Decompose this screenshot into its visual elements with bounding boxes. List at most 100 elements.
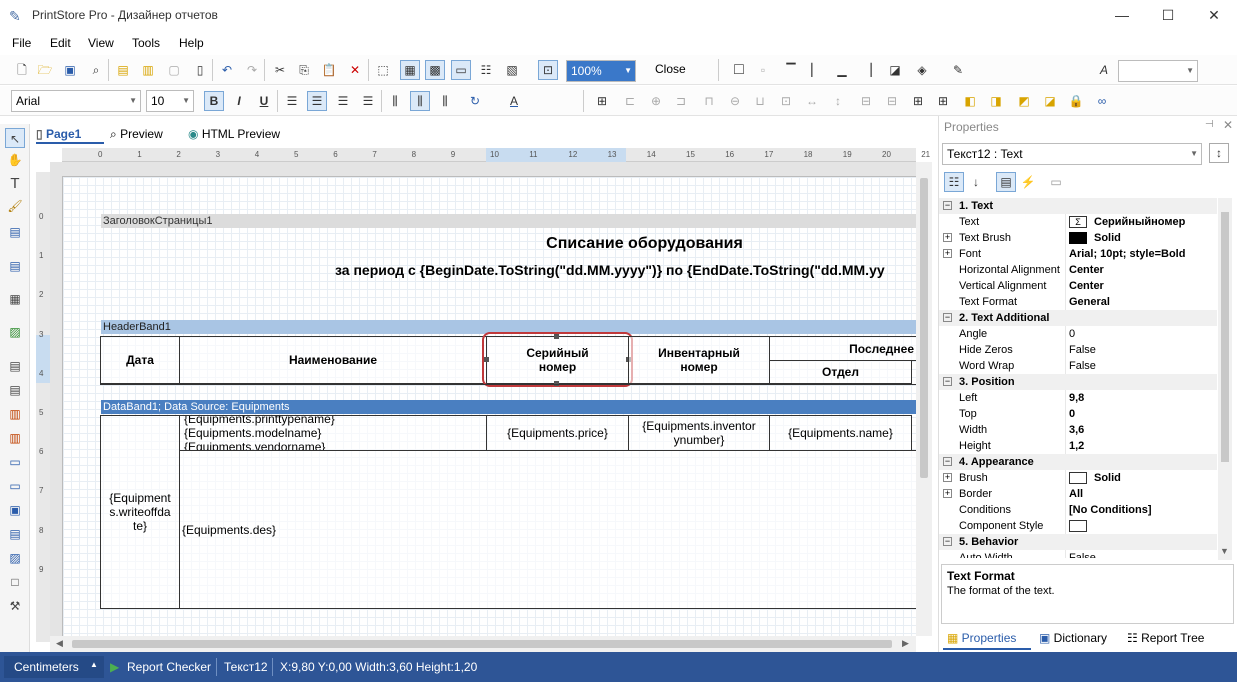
property-row[interactable]: Height 1,2 (939, 438, 1217, 454)
redo-icon[interactable]: ↷ (242, 60, 262, 80)
h-spacing-icon[interactable]: ⊟ (856, 91, 876, 111)
property-value[interactable]: 0 (1069, 326, 1075, 342)
expand-icon[interactable]: + (943, 233, 952, 242)
property-row[interactable]: + Font Arial; 10pt; style=Bold (939, 246, 1217, 262)
table-icon[interactable]: ▤ (5, 524, 25, 544)
property-row[interactable]: Left 9,8 (939, 390, 1217, 406)
shadow-icon[interactable]: ◪ (885, 60, 905, 80)
pointer-icon[interactable]: ↖ (5, 128, 25, 148)
data-model-cell[interactable]: {Equipments.printtypename} {Equipments.mo… (179, 415, 487, 451)
property-row[interactable]: Top 0 (939, 406, 1217, 422)
property-row[interactable]: Angle 0 (939, 326, 1217, 342)
maximize-button[interactable]: ☐ (1145, 0, 1191, 32)
font-color-icon[interactable]: A (504, 91, 524, 111)
vertical-scrollbar[interactable] (916, 162, 932, 636)
property-value[interactable]: False (1069, 358, 1096, 374)
property-value[interactable]: 3,6 (1069, 422, 1084, 438)
align-bottoms-icon[interactable]: ⊔ (750, 91, 770, 111)
align-rights-icon[interactable]: ⊐ (671, 91, 691, 111)
property-value[interactable]: Серийныйномер (1094, 214, 1185, 230)
font-size-combo[interactable]: 10 ▼ (146, 90, 194, 112)
report-subtitle[interactable]: за период с {BeginDate.ToString("dd.MM.y… (335, 262, 916, 282)
same-width-icon[interactable]: ↔ (802, 91, 822, 111)
shape-icon[interactable]: □ (5, 572, 25, 592)
menu-tools[interactable]: Tools (132, 36, 160, 50)
border-none-icon[interactable]: ▫ (753, 60, 773, 80)
collapse-icon[interactable]: − (943, 537, 952, 546)
expand-icon[interactable]: + (943, 489, 952, 498)
property-value[interactable]: [No Conditions] (1069, 502, 1151, 518)
property-value[interactable]: Arial; 10pt; style=Bold (1069, 246, 1185, 262)
brush-icon[interactable]: 🖌 (5, 196, 25, 216)
units-selector[interactable]: Centimeters (14, 660, 79, 674)
zoom-icon[interactable]: ⊡ (538, 60, 558, 80)
show-headers-icon[interactable]: ▭ (451, 60, 471, 80)
align-right-icon[interactable]: ☰ (333, 91, 353, 111)
header-dept-cell[interactable]: Отдел (769, 360, 912, 384)
open-icon[interactable]: 🗁 (35, 60, 55, 80)
align-left-icon[interactable]: ☰ (282, 91, 302, 111)
tab-report-tree[interactable]: ☷ Report Tree (1127, 628, 1204, 650)
align-middles-icon[interactable]: ⊖ (725, 91, 745, 111)
data-inventory-cell[interactable]: {Equipments.inventor ynumber} (628, 415, 770, 451)
tools-icon[interactable]: ⚒ (5, 596, 25, 616)
data-band[interactable]: DataBand1; Data Source: Equipments (101, 400, 916, 414)
expression-icon[interactable]: Σ (1069, 216, 1087, 228)
close-button[interactable]: Close (655, 62, 686, 76)
rich-text-icon[interactable]: ▤ (5, 380, 25, 400)
report-checker-button[interactable]: Report Checker (127, 660, 211, 674)
property-pages-icon[interactable]: ▭ (1046, 172, 1066, 192)
border-top-icon[interactable]: ▔ (781, 60, 801, 80)
picture-icon[interactable]: ▨ (5, 548, 25, 568)
text-icon[interactable]: ▤ (5, 356, 25, 376)
header-last-cell[interactable]: Последнее (769, 336, 916, 361)
barcode-icon[interactable]: ▥ (5, 428, 25, 448)
bring-front-icon[interactable]: ◧ (960, 91, 980, 111)
font-name-combo[interactable]: Arial ▼ (11, 90, 141, 112)
bold-icon[interactable]: B (204, 91, 224, 111)
page-setup-icon[interactable]: ▯ (190, 60, 210, 80)
collapse-icon[interactable]: − (943, 377, 952, 386)
pin-icon[interactable]: ⊣ (1205, 119, 1214, 130)
property-value[interactable]: Center (1069, 262, 1104, 278)
property-row[interactable]: Text Σ Серийныйномер (939, 214, 1217, 230)
border-bottom-icon[interactable]: ▁ (832, 60, 852, 80)
property-value[interactable]: 1,2 (1069, 438, 1084, 454)
center-h-icon[interactable]: ⊞ (908, 91, 928, 111)
minimize-button[interactable]: — (1099, 0, 1145, 32)
property-row[interactable]: Component Style (939, 518, 1217, 534)
lock-icon[interactable]: 🔒 (1066, 91, 1086, 111)
link-icon[interactable]: ∞ (1092, 91, 1112, 111)
property-value[interactable]: General (1069, 294, 1110, 310)
property-row[interactable]: + Border All (939, 486, 1217, 502)
new-icon[interactable]: 🗋 (12, 60, 32, 80)
menu-file[interactable]: File (12, 36, 31, 50)
property-value[interactable]: Solid (1094, 230, 1121, 246)
valign-top-icon[interactable]: ⫼ (385, 91, 405, 111)
header-inventory-cell[interactable]: Инвентарный номер (628, 336, 770, 384)
menu-help[interactable]: Help (179, 36, 204, 50)
text-style-icon[interactable]: A (1094, 60, 1114, 80)
fill-color-icon[interactable]: ◈ (912, 60, 932, 80)
menu-edit[interactable]: Edit (50, 36, 71, 50)
paste-icon[interactable]: 📋 (319, 60, 339, 80)
border-all-icon[interactable]: □ (729, 60, 749, 80)
new-form-icon[interactable]: ▥ (138, 60, 158, 80)
band-icon[interactable]: ▤ (5, 222, 25, 242)
categorized-icon[interactable]: ☷ (944, 172, 964, 192)
v-spacing-icon[interactable]: ⊟ (882, 91, 902, 111)
justify-icon[interactable]: ☰ (358, 91, 378, 111)
panel-icon[interactable]: ▭ (5, 452, 25, 472)
property-value[interactable]: 9,8 (1069, 390, 1084, 406)
events-icon[interactable]: ⚡ (1018, 172, 1038, 192)
collapse-icon[interactable]: − (943, 201, 952, 210)
border-right-icon[interactable]: ▕ (857, 60, 877, 80)
align-grid-icon[interactable]: ⊞ (592, 91, 612, 111)
zoom-combo[interactable]: 100% ▼ (566, 60, 636, 82)
subreport-icon[interactable]: ▣ (5, 500, 25, 520)
align-tops-icon[interactable]: ⊓ (699, 91, 719, 111)
report-title[interactable]: Списание оборудования (101, 232, 916, 256)
data-des-cell[interactable]: {Equipments.des} (179, 450, 916, 609)
tab-preview[interactable]: ⌕ Preview (110, 124, 163, 144)
property-category[interactable]: −4. Appearance (939, 454, 1217, 470)
